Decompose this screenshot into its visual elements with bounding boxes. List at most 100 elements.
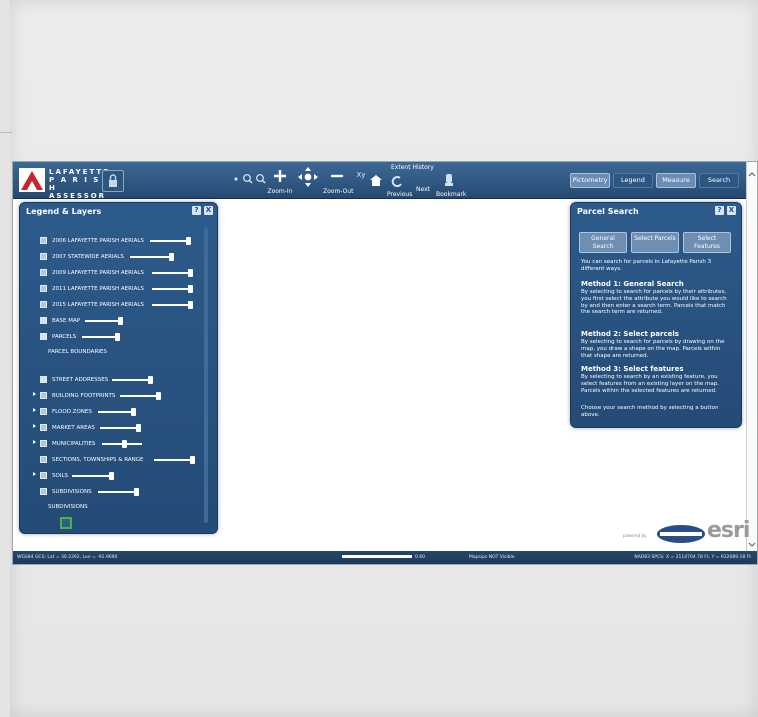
legend-scrollbar[interactable]	[204, 227, 208, 523]
slider-knob[interactable]	[122, 440, 127, 448]
layer-checkbox-checked[interactable]	[40, 333, 47, 340]
layer-label: BASE MAP	[52, 318, 81, 324]
slider-knob[interactable]	[188, 285, 193, 293]
layer-checkbox[interactable]	[40, 408, 47, 415]
home-button[interactable]	[369, 171, 383, 190]
legend-help-button[interactable]: ?	[192, 206, 201, 215]
sublayer-parcel-boundaries: PARCEL BOUNDARIES	[48, 346, 107, 358]
zoom-out-button[interactable]: Zoom-Out	[323, 168, 354, 195]
slider-knob[interactable]	[156, 392, 161, 400]
logo-line-3: ASSESSOR	[49, 192, 107, 200]
slider-knob[interactable]	[186, 237, 191, 245]
page-scrollbar[interactable]	[746, 162, 757, 564]
select-parcels-button[interactable]: Select Parcels	[631, 232, 679, 253]
opacity-slider[interactable]	[82, 333, 120, 341]
scale-bar	[342, 555, 412, 558]
parcel-search-intro: You can search for parcels in Lafayette …	[581, 259, 712, 272]
layer-checkbox[interactable]	[40, 472, 47, 479]
search-button[interactable]: Search	[699, 173, 739, 188]
layer-municipalities[interactable]: MUNICIPALITIES	[40, 438, 95, 450]
xy-button[interactable]: Xy	[354, 171, 368, 179]
next-extent-button[interactable]: Next	[416, 185, 430, 193]
layer-checkbox[interactable]	[40, 301, 47, 308]
layer-checkbox[interactable]	[40, 269, 47, 276]
slider-knob[interactable]	[148, 376, 153, 384]
pictometry-button[interactable]: Pictometry	[570, 173, 610, 188]
layer-checkbox[interactable]	[40, 440, 47, 447]
layer-subdivisions[interactable]: SUBDIVISIONS	[40, 486, 92, 498]
pan-button[interactable]	[296, 166, 320, 192]
layer-market-areas[interactable]: MARKET AREAS	[40, 422, 95, 434]
opacity-slider[interactable]	[152, 301, 193, 309]
slider-knob[interactable]	[115, 333, 120, 341]
opacity-slider[interactable]	[130, 253, 174, 261]
layer-2009-aerials[interactable]: 2009 LAFAYETTE PARISH AERIALS	[40, 267, 144, 279]
slider-knob[interactable]	[134, 488, 139, 496]
opacity-slider[interactable]	[102, 440, 142, 448]
opacity-slider[interactable]	[72, 472, 114, 480]
expand-arrow-icon[interactable]	[33, 472, 36, 476]
slider-knob[interactable]	[188, 301, 193, 309]
layer-checkbox[interactable]	[40, 456, 47, 463]
layer-checkbox[interactable]	[40, 253, 47, 260]
expand-arrow-icon[interactable]	[33, 392, 36, 396]
slider-knob[interactable]	[118, 317, 123, 325]
slider-knob[interactable]	[136, 424, 141, 432]
assessor-logo[interactable]: LAFAYETTE P A R I S H ASSESSOR	[19, 166, 108, 200]
slider-knob[interactable]	[169, 253, 174, 261]
layer-2006-aerials[interactable]: 2006 LAFAYETTE PARISH AERIALS	[40, 235, 144, 247]
layer-checkbox-checked[interactable]	[40, 317, 47, 324]
layer-checkbox[interactable]	[40, 424, 47, 431]
layer-checkbox[interactable]	[40, 285, 47, 292]
lock-button[interactable]	[102, 170, 124, 192]
layer-base-map[interactable]: BASE MAP	[40, 315, 80, 327]
slider-knob[interactable]	[109, 472, 114, 480]
slider-knob[interactable]	[131, 408, 136, 416]
expand-arrow-icon[interactable]	[33, 424, 36, 428]
parcel-help-button[interactable]: ?	[715, 206, 724, 215]
opacity-slider[interactable]	[100, 424, 141, 432]
expand-arrow-icon[interactable]	[33, 408, 36, 412]
layer-soils[interactable]: SOILS	[40, 470, 68, 482]
select-features-button[interactable]: Select Features	[683, 232, 731, 253]
opacity-slider[interactable]	[112, 376, 153, 384]
layer-sections-townships[interactable]: SECTIONS, TOWNSHIPS & RANGE	[40, 454, 144, 466]
opacity-slider[interactable]	[150, 237, 191, 245]
layer-checkbox[interactable]	[40, 237, 47, 244]
powered-by-label: powered by	[623, 533, 647, 538]
layer-2015-aerials[interactable]: 2015 LAFAYETTE PARISH AERIALS	[40, 299, 144, 311]
layer-checkbox[interactable]	[40, 488, 47, 495]
zoom-in-button[interactable]: Zoom-In	[267, 168, 293, 195]
layer-checkbox[interactable]	[40, 392, 47, 399]
bookmark-button[interactable]: Bookmark	[436, 171, 466, 198]
opacity-slider[interactable]	[98, 408, 136, 416]
opacity-slider[interactable]	[85, 317, 123, 325]
layer-street-addresses[interactable]: STREET ADDRESSES	[40, 374, 108, 386]
opacity-slider[interactable]	[120, 392, 161, 400]
legend-button[interactable]: Legend	[613, 173, 653, 188]
slider-knob[interactable]	[188, 269, 193, 277]
layer-label: 2006 LAFAYETTE PARISH AERIALS	[52, 238, 144, 244]
zoom-in-label: Zoom-In	[267, 188, 293, 195]
expand-arrow-icon[interactable]	[33, 440, 36, 444]
layer-2007-statewide[interactable]: 2007 STATEWIDE AERIALS	[40, 251, 124, 263]
layer-building-footprints[interactable]: BUILDING FOOTPRINTS	[40, 390, 115, 402]
layer-label: MUNICIPALITIES	[52, 441, 96, 447]
legend-close-button[interactable]: X	[204, 206, 213, 215]
layer-2011-aerials[interactable]: 2011 LAFAYETTE PARISH AERIALS	[40, 283, 144, 295]
zoom-in-magnifier-icon	[243, 174, 251, 182]
opacity-slider[interactable]	[98, 488, 139, 496]
layer-flood-zones[interactable]: FLOOD ZONES	[40, 406, 92, 418]
magnify-tools	[234, 174, 266, 184]
general-search-button[interactable]: General Search	[579, 232, 627, 253]
measure-button[interactable]: Measure	[656, 173, 696, 188]
opacity-slider[interactable]	[154, 456, 195, 464]
parcel-close-button[interactable]: X	[727, 206, 736, 215]
opacity-slider[interactable]	[152, 285, 193, 293]
slider-knob[interactable]	[190, 456, 195, 464]
previous-extent-button[interactable]: Previous	[387, 173, 412, 198]
map-application: LAFAYETTE P A R I S H ASSESSOR Zoom-In Z…	[12, 161, 758, 565]
opacity-slider[interactable]	[152, 269, 193, 277]
layer-parcels[interactable]: PARCELS	[40, 331, 76, 343]
layer-checkbox-checked[interactable]	[40, 376, 47, 383]
